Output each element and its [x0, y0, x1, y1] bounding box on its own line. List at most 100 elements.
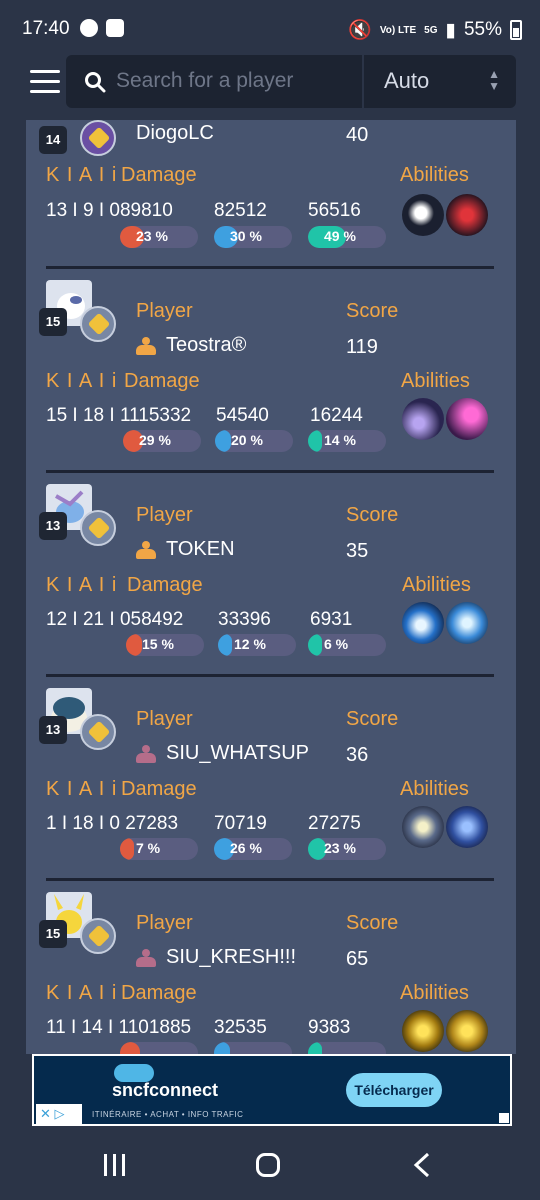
damage-header: Damage — [124, 370, 200, 392]
heal-share-bar — [308, 1042, 386, 1054]
healing-value: 9383 — [308, 1017, 351, 1038]
kda-value: 1 I 18 I 0 27283 — [46, 813, 179, 834]
match-details-list[interactable]: 14 DiogoLC 40 K I A I i Damage Abilities… — [26, 120, 516, 1054]
volte-icon: Vo) LTE — [379, 24, 417, 36]
psycho-cut-icon[interactable] — [446, 398, 488, 440]
team-icon — [136, 540, 156, 559]
taken-share-bar: 12 % — [218, 634, 296, 656]
score-header: Score — [346, 912, 399, 934]
score-value: 40 — [346, 124, 369, 146]
player-header: Player — [136, 504, 193, 526]
heal-share-bar: 23 % — [308, 838, 386, 860]
kda-header: K I A I i — [46, 574, 118, 596]
shadow-claw-icon[interactable] — [402, 398, 444, 440]
signal-icon: ▮ — [445, 19, 456, 41]
divider — [46, 878, 494, 881]
player-name[interactable]: DiogoLC — [136, 122, 214, 145]
damage-taken-value: 32535 — [214, 1017, 267, 1038]
divider — [46, 674, 494, 677]
player-card: 15 Player Score Teostra® 119 K I A I i D… — [26, 270, 516, 474]
kda-value: 13 I 9 I 089810 — [46, 200, 173, 221]
level-badge: 13 — [39, 512, 67, 540]
gallery-notification-icon — [106, 19, 124, 37]
score-value: 36 — [346, 744, 369, 766]
damage-share-bar: 29 % — [123, 430, 201, 452]
healing-value: 27275 — [308, 813, 361, 834]
menu-icon[interactable] — [30, 70, 60, 94]
healing-value: 16244 — [310, 405, 363, 426]
block-icon[interactable] — [402, 806, 444, 848]
surf-icon[interactable] — [402, 602, 444, 644]
region-select-value: Auto — [384, 68, 430, 93]
heal-share-bar: 14 % — [308, 430, 386, 452]
player-header: Player — [136, 708, 193, 730]
level-badge: 13 — [39, 716, 67, 744]
level-badge: 15 — [39, 308, 67, 336]
ad-brand: sncfconnect — [112, 1080, 219, 1100]
damage-taken-value: 54540 — [216, 405, 269, 426]
held-item-icon — [80, 306, 116, 342]
ad-close-icon[interactable]: ✕ ▷ — [36, 1104, 82, 1124]
damage-taken-value: 33396 — [218, 609, 271, 630]
abilities-header: Abilities — [402, 574, 471, 596]
damage-taken-value: 82512 — [214, 200, 267, 221]
kda-value: 15 I 18 I 1115332 — [46, 405, 192, 426]
damage-share-bar: 7 % — [120, 838, 198, 860]
ad-tagline: ITINÉRAIRE • ACHAT • INFO TRAFIC — [92, 1110, 244, 1119]
damage-header: Damage — [121, 164, 197, 186]
chat-notification-icon — [80, 19, 98, 37]
battery-percent: 55% — [463, 19, 502, 40]
player-card: 13 Player Score TOKEN 35 K I A I i Damag… — [26, 474, 516, 678]
player-name[interactable]: TOKEN — [136, 538, 235, 561]
thunder-icon[interactable] — [402, 1010, 444, 1052]
search-icon — [85, 72, 106, 93]
search-input[interactable] — [116, 65, 351, 97]
ad-download-button[interactable]: Télécharger — [346, 1073, 442, 1107]
player-header: Player — [136, 912, 193, 934]
score-header: Score — [346, 300, 399, 322]
healing-value: 6931 — [310, 609, 353, 630]
damage-header: Damage — [121, 778, 197, 800]
yawn-icon[interactable] — [446, 806, 488, 848]
held-item-icon — [80, 510, 116, 546]
kda-header: K I A I i — [46, 164, 118, 186]
score-header: Score — [346, 504, 399, 526]
system-nav-bar — [0, 1130, 540, 1200]
battery-icon — [510, 20, 522, 40]
advertisement-banner[interactable]: sncfconnect ITINÉRAIRE • ACHAT • INFO TR… — [32, 1054, 512, 1126]
player-name[interactable]: SIU_KRESH!!! — [136, 946, 296, 969]
divider — [46, 470, 494, 473]
taken-share-bar: 20 % — [215, 430, 293, 452]
kda-header: K I A I i — [46, 370, 118, 392]
kda-header: K I A I i — [46, 982, 118, 1004]
score-value: 119 — [346, 336, 378, 358]
ice-beam-icon[interactable] — [446, 602, 488, 644]
held-item-icon — [80, 918, 116, 954]
heal-share-bar: 49 % — [308, 226, 386, 248]
back-icon[interactable] — [412, 1152, 432, 1178]
red-slash-icon[interactable] — [446, 194, 488, 236]
level-badge: 15 — [39, 920, 67, 948]
player-name[interactable]: SIU_WHATSUP — [136, 742, 309, 765]
player-name[interactable]: Teostra® — [136, 334, 246, 357]
thunderbolt-icon[interactable] — [446, 1010, 488, 1052]
taken-share-bar — [214, 1042, 292, 1054]
water-spout-icon[interactable] — [402, 194, 444, 236]
mute-icon: 🔇 — [348, 20, 372, 41]
abilities-header: Abilities — [400, 164, 469, 186]
status-time: 17:40 — [22, 18, 70, 39]
team-icon — [136, 948, 156, 967]
search-box[interactable] — [66, 55, 362, 108]
player-card: 15 Player Score SIU_KRESH!!! 65 K I A I … — [26, 882, 516, 1054]
kda-value: 11 I 14 I 1101885 — [46, 1017, 192, 1038]
divider — [46, 266, 494, 269]
healing-value: 56516 — [308, 200, 361, 221]
team-icon — [136, 336, 156, 355]
ad-info-icon[interactable] — [499, 1113, 509, 1123]
chevron-up-down-icon: ▲ ▼ — [488, 67, 500, 93]
kda-value: 12 I 21 I 058492 — [46, 609, 184, 630]
home-icon[interactable] — [256, 1153, 280, 1177]
kda-header: K I A I i — [46, 778, 118, 800]
region-select[interactable]: Auto ▲ ▼ — [364, 55, 516, 108]
recent-apps-icon[interactable] — [104, 1154, 130, 1176]
